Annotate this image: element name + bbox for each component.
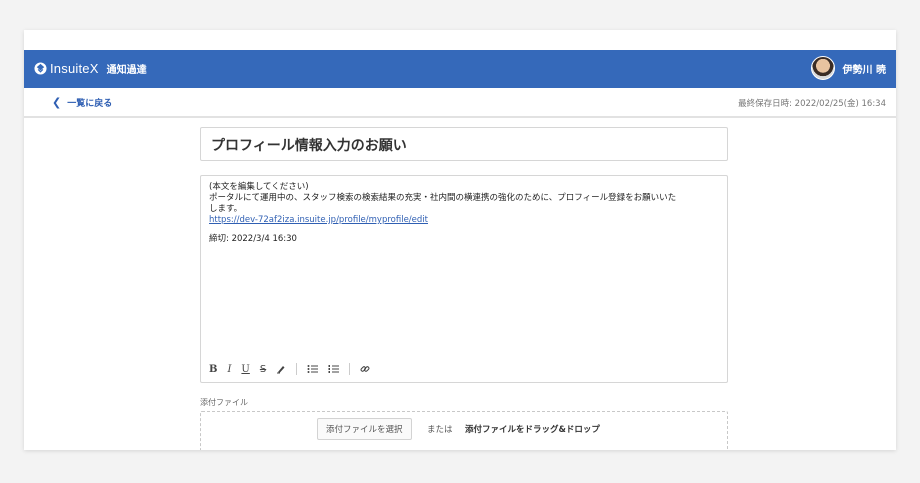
body-content[interactable]: (本文を編集してください) ポータルにて運用中の、スタッフ検索の検索結果の充実・… (209, 182, 719, 245)
body-line: (本文を編集してください) (209, 182, 309, 192)
app-name: 通知過達 (106, 65, 147, 76)
last-saved-status: 最終保存日時: 2022/02/25(金) 16:34 (738, 99, 886, 109)
bold-icon[interactable]: B (209, 364, 217, 375)
logo-icon (34, 62, 47, 75)
toolbar-divider (296, 363, 298, 375)
format-toolbar: B I U S (209, 363, 380, 375)
body-line: します。 (209, 204, 243, 214)
back-label: 一覧に戻る (67, 99, 113, 109)
highlight-icon[interactable] (276, 364, 286, 374)
user-name: 伊勢川 暁 (842, 64, 886, 76)
numbered-list-icon[interactable] (328, 364, 340, 374)
link-icon[interactable] (360, 364, 370, 374)
avatar[interactable] (810, 56, 835, 80)
deadline-line: 締切: 2022/3/4 16:30 (209, 234, 297, 244)
app-logo[interactable]: InsuiteX 通知過達 (34, 61, 147, 76)
bullet-list-icon[interactable] (307, 364, 319, 374)
underline-icon[interactable]: U (241, 364, 249, 375)
title-field[interactable]: プロフィール情報入力のお願い (200, 127, 728, 161)
back-to-list-link[interactable]: ❮ 一覧に戻る (52, 96, 112, 109)
drag-drop-text: 添付ファイルをドラッグ&ドロップ (465, 425, 600, 435)
attachment-dropzone[interactable]: 添付ファイルを選択 または 添付ファイルをドラッグ&ドロップ (200, 411, 728, 450)
italic-icon[interactable]: I (227, 364, 231, 375)
body-editor[interactable]: (本文を編集してください) ポータルにて運用中の、スタッフ検索の検索結果の充実・… (200, 175, 728, 383)
body-line: ポータルにて運用中の、スタッフ検索の検索結果の充実・社内間の横連携の強化のために… (209, 193, 677, 203)
select-attachment-button[interactable]: 添付ファイルを選択 (317, 418, 412, 440)
toolbar-divider (349, 363, 351, 375)
or-text: または (427, 425, 453, 435)
title-text: プロフィール情報入力のお願い (211, 138, 407, 154)
app-header: InsuiteX 通知過達 伊勢川 暁 (24, 50, 896, 88)
main-card: InsuiteX 通知過達 伊勢川 暁 ❮ 一覧に戻る 最終保存日時: 2022… (24, 30, 896, 450)
strike-icon[interactable]: S (260, 364, 266, 375)
user-menu[interactable]: 伊勢川 暁 (810, 56, 886, 80)
profile-edit-link[interactable]: https://dev-72af2iza.insuite.jp/profile/… (209, 215, 719, 226)
sub-toolbar: ❮ 一覧に戻る 最終保存日時: 2022/02/25(金) 16:34 (24, 88, 896, 118)
brand-name: InsuiteX (50, 61, 99, 76)
chevron-left-icon: ❮ (52, 96, 62, 109)
attachments-label: 添付ファイル (200, 398, 248, 407)
